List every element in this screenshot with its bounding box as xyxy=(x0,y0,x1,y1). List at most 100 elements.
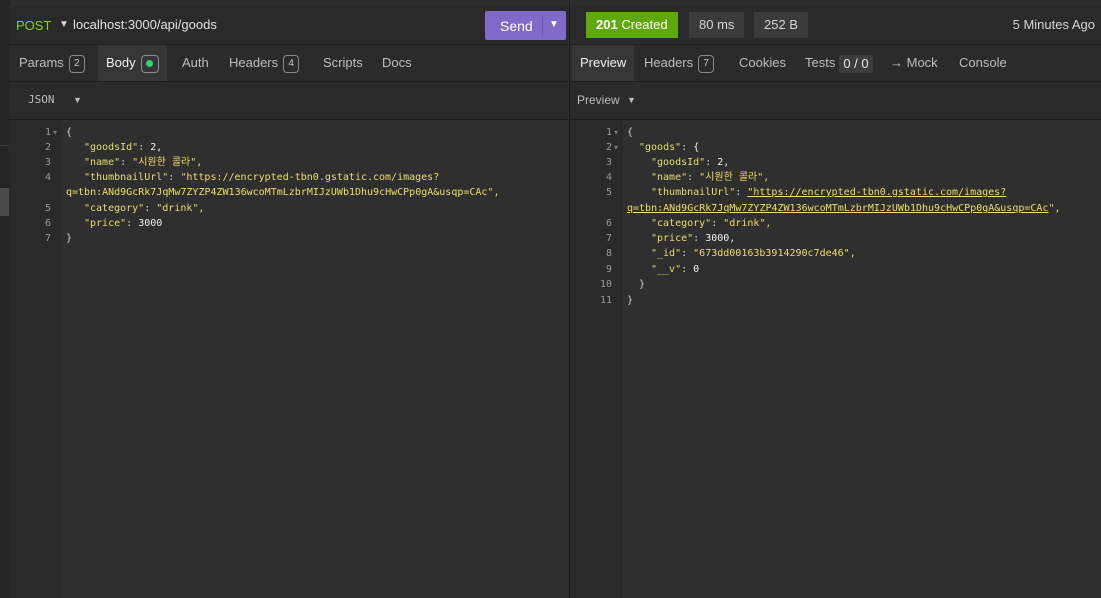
code-line: { xyxy=(66,127,73,138)
panel-divider[interactable] xyxy=(569,0,570,598)
json-value: "시원한 콜라", xyxy=(699,172,770,183)
line-number: 6 xyxy=(605,218,612,229)
response-body-viewer[interactable]: { "goods": { "goodsId": 2, "name": "시원한 … xyxy=(623,120,1101,598)
json-value-end: ", xyxy=(1048,203,1061,214)
line-number: 4 xyxy=(605,172,612,183)
tab-response-headers[interactable]: Headers 7 xyxy=(644,45,715,81)
json-value: 3000 xyxy=(138,218,163,229)
json-key: "goods" xyxy=(639,142,682,153)
chevron-down-icon[interactable]: ▼ xyxy=(627,95,636,105)
line-number: 5 xyxy=(605,187,612,198)
line-number: 1 xyxy=(44,127,51,138)
tab-auth[interactable]: Auth xyxy=(182,45,209,81)
code-line: "thumbnailUrl": "https://encrypted-tbn0.… xyxy=(651,187,1007,198)
json-key: "name" xyxy=(651,172,688,183)
line-number: 1 xyxy=(605,127,612,138)
preview-mode-selector[interactable]: Preview xyxy=(577,93,620,107)
json-key: "goodsId" xyxy=(84,142,139,153)
preview-mode-bar: Preview ▼ xyxy=(570,82,1101,120)
request-tabs: Params 2 Body Auth Headers 4 Scripts Docs xyxy=(9,45,568,82)
send-separator xyxy=(542,15,543,36)
code-line: } xyxy=(66,233,73,244)
tab-mock[interactable]: → Mock xyxy=(890,45,938,81)
line-number: 9 xyxy=(605,264,612,275)
request-line-gutter: 1 ▾ 2 3 4 5 6 7 xyxy=(9,120,62,598)
json-key: "thumbnailUrl" xyxy=(84,172,169,183)
code-line: "_id": "673dd00163b3914290c7de46", xyxy=(651,248,856,259)
json-key: "category" xyxy=(84,203,145,214)
response-line-gutter: 1 ▾ 2 ▾ 3 4 5 6 7 8 9 10 11 xyxy=(570,120,623,598)
line-number: 4 xyxy=(44,172,51,183)
line-number: 7 xyxy=(605,233,612,244)
tab-tests-label: Tests xyxy=(805,55,836,70)
line-number: 2 xyxy=(605,142,612,153)
json-value: "https://encrypted-tbn0.gstatic.com/imag… xyxy=(180,172,440,183)
json-value: 0 xyxy=(693,264,700,275)
code-line: "goodsId": 2, xyxy=(84,142,163,153)
strip-mark xyxy=(0,145,9,146)
code-line-wrap: q=tbn:ANd9GcRk7JqMw7ZYZP4ZW136wcoMTmLzbr… xyxy=(66,187,500,198)
json-value: "673dd00163b3914290c7de46", xyxy=(693,248,856,259)
code-line: "thumbnailUrl": "https://encrypted-tbn0.… xyxy=(84,172,440,183)
response-timestamp: 5 Minutes Ago xyxy=(1012,17,1095,32)
json-key: "_id" xyxy=(651,248,682,259)
json-value: "시원한 콜라", xyxy=(132,157,203,168)
body-mode-selector[interactable]: JSON xyxy=(28,93,55,106)
json-key: "goodsId" xyxy=(651,157,706,168)
chevron-down-icon[interactable]: ▼ xyxy=(59,19,69,30)
status-badge: 201 Created xyxy=(586,12,678,38)
code-line: } xyxy=(639,279,646,290)
tab-cookies[interactable]: Cookies xyxy=(739,45,786,81)
tab-scripts[interactable]: Scripts xyxy=(323,45,363,81)
json-value: 2, xyxy=(717,157,730,168)
tab-headers[interactable]: Headers 4 xyxy=(229,45,300,81)
code-line: "price": 3000, xyxy=(651,233,736,244)
send-label: Send xyxy=(500,18,533,34)
line-number: 10 xyxy=(599,279,612,290)
params-count-badge: 2 xyxy=(68,54,85,73)
tab-preview[interactable]: Preview xyxy=(572,45,635,81)
code-line: "goods": { xyxy=(639,142,700,153)
body-active-dot-icon xyxy=(140,54,159,73)
chevron-down-icon[interactable]: ▼ xyxy=(73,95,82,105)
send-dropdown-icon[interactable]: ▼ xyxy=(549,19,559,30)
request-body-editor[interactable]: { "goodsId": 2, "name": "시원한 콜라", "thumb… xyxy=(62,120,568,598)
response-size: 252 B xyxy=(754,12,808,38)
line-number: 3 xyxy=(605,157,612,168)
code-line-wrap: q=tbn:ANd9GcRk7JqMw7ZYZP4ZW136wcoMTmLzbr… xyxy=(627,201,1060,216)
tab-console[interactable]: Console xyxy=(959,45,1007,81)
json-key: "category" xyxy=(651,218,712,229)
line-number: 2 xyxy=(44,142,51,153)
tests-count-badge: 0 / 0 xyxy=(839,54,873,73)
tab-tests[interactable]: Tests 0 / 0 xyxy=(805,45,873,81)
thumbnail-url-link[interactable]: "https://encrypted-tbn0.gstatic.com/imag… xyxy=(747,187,1006,198)
response-header: 201 Created 80 ms 252 B 5 Minutes Ago xyxy=(570,6,1101,45)
json-value: "drink", xyxy=(723,218,772,229)
code-line: "category": "drink", xyxy=(651,218,772,229)
fold-arrow-icon[interactable]: ▾ xyxy=(53,125,57,140)
method-selector[interactable]: POST xyxy=(16,18,51,33)
tab-params-label: Params xyxy=(19,55,64,70)
code-line: "name": "시원한 콜라", xyxy=(84,157,203,168)
line-number: 7 xyxy=(44,233,51,244)
json-key: "name" xyxy=(84,157,121,168)
fold-arrow-icon[interactable]: ▾ xyxy=(614,125,618,140)
url-input[interactable]: localhost:3000/api/goods xyxy=(73,17,217,32)
fold-arrow-icon[interactable]: ▾ xyxy=(614,140,618,155)
send-button[interactable]: Send ▼ xyxy=(485,11,566,40)
line-number: 3 xyxy=(44,157,51,168)
strip-handle[interactable] xyxy=(0,188,9,216)
headers-count-badge: 4 xyxy=(283,54,300,73)
tab-body[interactable]: Body xyxy=(98,45,167,81)
code-line: "category": "drink", xyxy=(84,203,205,214)
thumbnail-url-link-cont[interactable]: q=tbn:ANd9GcRk7JqMw7ZYZP4ZW136wcoMTmLzbr… xyxy=(627,203,1048,214)
tab-docs[interactable]: Docs xyxy=(382,45,412,81)
tab-params[interactable]: Params 2 xyxy=(19,45,85,81)
json-key: "price" xyxy=(651,233,694,244)
status-text: Created xyxy=(621,17,668,32)
line-number: 6 xyxy=(44,218,51,229)
json-value: 2, xyxy=(150,142,163,153)
json-value: 3000, xyxy=(705,233,736,244)
json-key: "__v" xyxy=(651,264,682,275)
code-line: { xyxy=(627,127,634,138)
